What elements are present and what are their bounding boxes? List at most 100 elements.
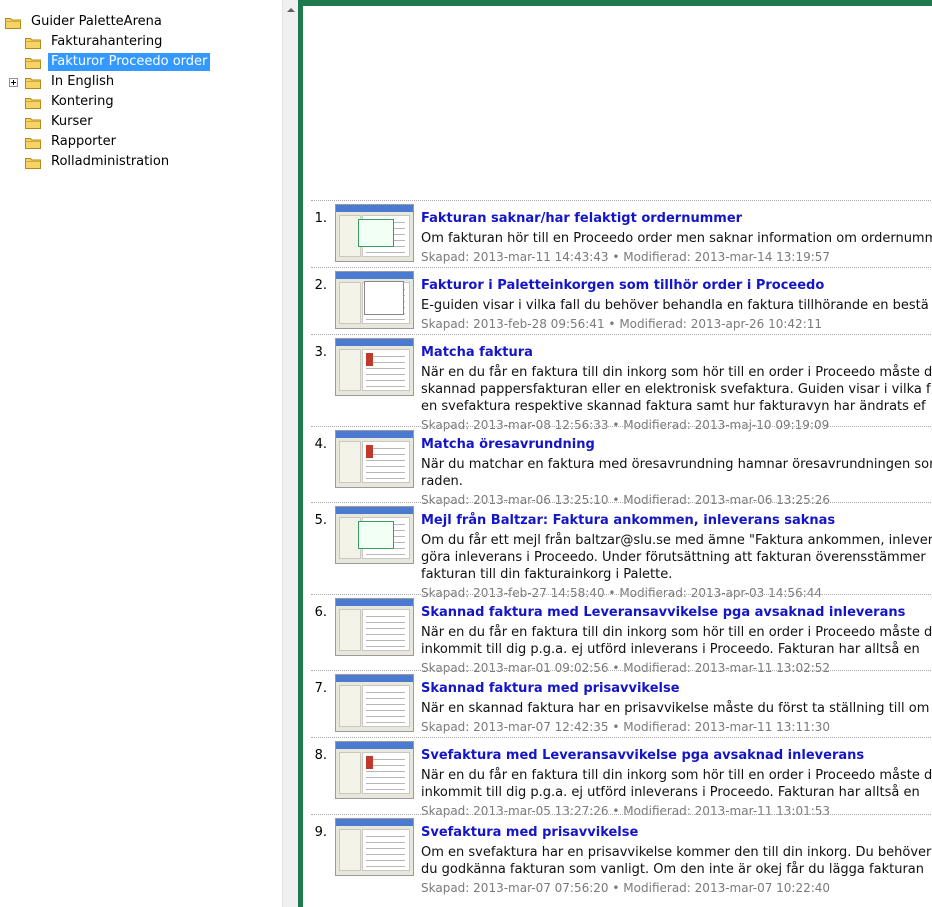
tree-scrollbar[interactable] <box>282 0 298 907</box>
meta-created-label: Skapad: <box>421 720 470 734</box>
guide-number: 7. <box>314 681 327 696</box>
tree-root-label: Guider PaletteArena <box>31 14 162 29</box>
guide-description-line: E-guiden visar i vilka fall du behöver b… <box>421 298 929 313</box>
tree-item-rolladministration[interactable]: Rolladministration <box>25 152 172 172</box>
tree-item-fakturor-proceedo-order[interactable]: Fakturor Proceedo order <box>25 52 211 72</box>
guide-thumbnail[interactable] <box>335 598 414 656</box>
guide-number: 9. <box>314 825 327 840</box>
guide-number: 8. <box>314 748 327 763</box>
guide-title-link[interactable]: Mejl från Baltzar: Faktura ankommen, inl… <box>421 513 835 528</box>
guide-description: E-guiden visar i vilka fall du behöver b… <box>421 297 929 314</box>
tree-item-label: Rapporter <box>51 134 116 149</box>
guide-title-link[interactable]: Svefaktura med Leveransavvikelse pga avs… <box>421 748 864 763</box>
guide-description: När du matchar en faktura med öresavrund… <box>421 456 932 490</box>
folder-icon <box>25 137 41 149</box>
guide-thumbnail[interactable] <box>335 204 414 262</box>
tree-item-label: Kurser <box>51 114 93 129</box>
folder-icon <box>5 17 21 29</box>
folder-icon <box>25 77 41 89</box>
guide-title-link[interactable]: Skannad faktura med prisavvikelse <box>421 681 680 696</box>
meta-created-label: Skapad: <box>421 881 470 895</box>
guide-description: Om fakturan hör till en Proceedo order m… <box>421 230 932 247</box>
meta-created-value: 2013-mar-07 07:56:20 <box>473 881 609 895</box>
guide-description: När en du får en faktura till din inkorg… <box>421 624 932 658</box>
guide-title-link[interactable]: Fakturan saknar/har felaktigt ordernumme… <box>421 211 742 226</box>
guide-description-line: inkommit till dig p.g.a. ej utförd inlev… <box>421 642 920 657</box>
guide-list: 1. Fakturan saknar/har felaktigt ordernum… <box>303 6 932 907</box>
guide-thumbnail[interactable] <box>335 271 414 329</box>
meta-separator: • <box>612 881 620 895</box>
meta-created-label: Skapad: <box>421 250 470 264</box>
folder-icon <box>25 57 41 69</box>
guide-title-link[interactable]: Svefaktura med prisavvikelse <box>421 825 638 840</box>
guide-description-line: När en skannad faktura har en prisavvike… <box>421 701 930 716</box>
guide-item[interactable]: 3. Matcha faktura När en du får en faktura… <box>311 334 932 432</box>
tree-item-fakturahantering[interactable]: Fakturahantering <box>25 32 165 52</box>
guide-item[interactable]: 6. Skannad faktura med Leveransavvikelse … <box>311 594 932 675</box>
tree-item-in-english[interactable]: In English <box>25 72 117 92</box>
guide-description: När en skannad faktura har en prisavvike… <box>421 700 929 717</box>
guide-item[interactable]: 8. Svefaktura med Leveransavvikelse pga a… <box>311 737 932 818</box>
guide-number: 2. <box>314 278 327 293</box>
guide-thumbnail[interactable] <box>335 430 414 488</box>
guide-description-line: När du matchar en faktura med öresavrund… <box>421 457 932 472</box>
guide-description: När en du får en faktura till din inkorg… <box>421 364 932 415</box>
guide-thumbnail[interactable] <box>335 818 414 876</box>
guide-number: 4. <box>314 437 327 452</box>
meta-separator: • <box>608 317 616 331</box>
tree-item-label: Fakturahantering <box>51 34 163 49</box>
guide-item[interactable]: 4. Matcha öresavrundning När du matchar en… <box>311 426 932 507</box>
tree-item-rapporter[interactable]: Rapporter <box>25 132 119 152</box>
meta-created-value: 2013-mar-07 12:42:35 <box>473 720 609 734</box>
guide-item[interactable]: 7. Skannad faktura med prisavvikelse När e… <box>311 670 932 738</box>
tree-item-label: Fakturor Proceedo order <box>48 53 211 71</box>
guide-thumbnail[interactable] <box>335 741 414 799</box>
guide-description-line: en svefaktura respektive skannad faktura… <box>421 399 926 414</box>
meta-created-label: Skapad: <box>421 317 470 331</box>
folder-icon <box>25 157 41 169</box>
guide-description: Om du får ett mejl från baltzar@slu.se m… <box>421 532 932 583</box>
meta-modified-value: 2013-mar-07 10:22:40 <box>694 881 831 895</box>
meta-modified-label: Modifierad: <box>623 250 691 264</box>
tree-item-kontering[interactable]: Kontering <box>25 92 117 112</box>
guide-item[interactable]: 2. Fakturor i Paletteinkorgen som tillhör… <box>311 267 932 335</box>
guide-thumbnail[interactable] <box>335 338 414 396</box>
tree-item-kurser[interactable]: Kurser <box>25 112 96 132</box>
meta-modified-value: 2013-mar-11 13:11:30 <box>694 720 831 734</box>
expand-in-english-icon[interactable] <box>9 78 18 87</box>
meta-separator: • <box>612 250 620 264</box>
guide-meta: Skapad: 2013-mar-11 14:43:43 • Modifiera… <box>421 250 830 264</box>
guide-description-line: inkommit till dig p.g.a. ej utförd inlev… <box>421 785 920 800</box>
meta-created-value: 2013-mar-11 14:43:43 <box>473 250 609 264</box>
guide-item[interactable]: 9. Svefaktura med prisavvikelse Om en svef… <box>311 814 932 895</box>
guide-title-link[interactable]: Matcha faktura <box>421 345 533 360</box>
guide-description-line: Om du får ett mejl från baltzar@slu.se m… <box>421 533 932 548</box>
guide-description-line: När en du får en faktura till din inkorg… <box>421 768 932 783</box>
meta-separator: • <box>612 720 620 734</box>
folder-icon <box>25 97 41 109</box>
meta-modified-value: 2013-mar-14 13:19:57 <box>694 250 831 264</box>
guide-description-line: Om en svefaktura har en prisavvikelse ko… <box>421 845 932 860</box>
guide-description-line: göra inleverans i Proceedo. Under föruts… <box>421 550 926 565</box>
guide-item[interactable]: 5. Mejl från Baltzar: Faktura ankommen, i… <box>311 502 932 600</box>
guide-description-line: fakturan till din fakturainkorg i Palett… <box>421 567 673 582</box>
guide-number: 3. <box>314 345 327 360</box>
scroll-up-arrow-icon[interactable] <box>287 8 295 12</box>
guide-title-link[interactable]: Matcha öresavrundning <box>421 437 595 452</box>
guide-thumbnail[interactable] <box>335 674 414 732</box>
guide-title-link[interactable]: Skannad faktura med Leveransavvikelse pg… <box>421 605 905 620</box>
guide-item[interactable]: 1. Fakturan saknar/har felaktigt ordernum… <box>311 200 932 268</box>
guide-number: 6. <box>314 605 327 620</box>
tree-root[interactable]: Guider PaletteArena <box>5 12 165 32</box>
guide-title-link[interactable]: Fakturor i Paletteinkorgen som tillhör o… <box>421 278 824 293</box>
guide-description-line: Om fakturan hör till en Proceedo order m… <box>421 231 932 246</box>
meta-modified-value: 2013-apr-26 10:42:11 <box>690 317 823 331</box>
guide-number: 5. <box>314 513 327 528</box>
guide-description-line: När en du får en faktura till din inkorg… <box>421 625 932 640</box>
tree-item-label: Rolladministration <box>51 154 170 169</box>
guide-meta: Skapad: 2013-mar-07 12:42:35 • Modifiera… <box>421 720 830 734</box>
tree-item-label: In English <box>51 74 115 89</box>
meta-modified-label: Modifierad: <box>619 317 687 331</box>
guide-thumbnail[interactable] <box>335 506 414 564</box>
guide-meta: Skapad: 2013-feb-28 09:56:41 • Modifiera… <box>421 317 822 331</box>
